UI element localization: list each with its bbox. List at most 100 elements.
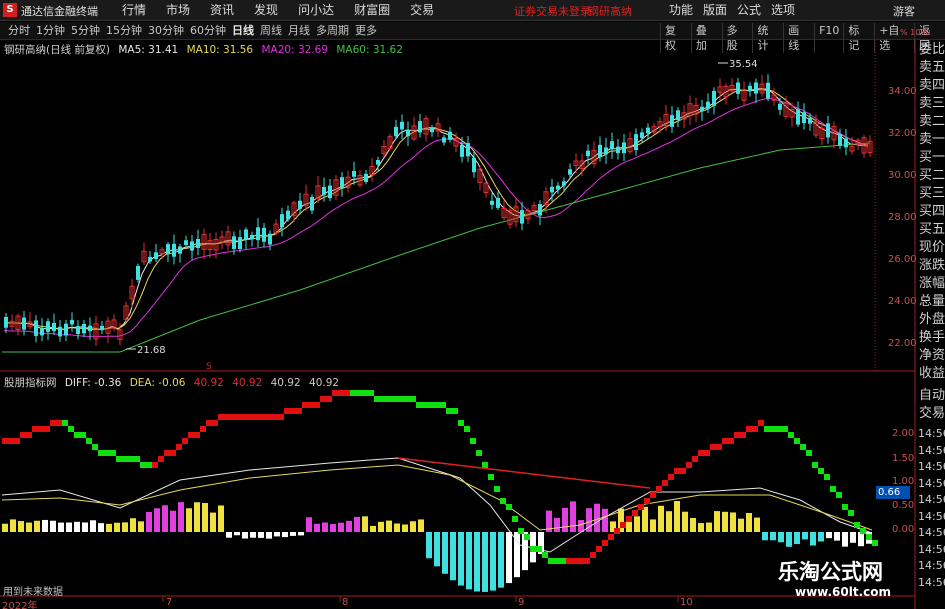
guest-login-button[interactable]: 游客 (893, 3, 915, 19)
tool-f10-button[interactable]: F10 (814, 23, 843, 53)
chart-canvas[interactable]: 35.54 21.68 S (0, 0, 945, 609)
histogram-bar (394, 523, 400, 532)
candle-body (849, 146, 855, 152)
value-4: 40.92 (309, 377, 340, 389)
menu-item-news[interactable]: 资讯 (200, 2, 244, 19)
candle-body (651, 126, 657, 133)
step-dot (26, 432, 32, 438)
tool-draw-button[interactable]: 画线 (783, 23, 814, 53)
tab-multi-period[interactable]: 多周期 (313, 23, 352, 38)
quote-label[interactable]: 换手 (917, 329, 945, 347)
step-dot (14, 438, 20, 444)
quote-label[interactable]: 买二 (917, 167, 945, 185)
tab-more[interactable]: 更多 (352, 23, 380, 38)
ma20-line (3, 98, 869, 338)
tab-daily[interactable]: 日线 (229, 23, 257, 38)
quote-label[interactable]: 卖五 (917, 59, 945, 77)
step-dot (230, 414, 236, 420)
quote-label[interactable]: 买四 (917, 203, 945, 221)
menu-item-ask[interactable]: 问小达 (288, 2, 344, 19)
ma10-line (3, 89, 869, 330)
histogram-bar (746, 512, 752, 532)
menu-item-options[interactable]: 选项 (766, 2, 800, 19)
candle-body (627, 138, 633, 153)
menu-item-discover[interactable]: 发现 (244, 2, 288, 19)
quote-label[interactable]: 买五 (917, 221, 945, 239)
histogram-bar (2, 523, 8, 532)
auto-trade-label[interactable]: 自动 (917, 387, 945, 405)
step-dot (98, 450, 104, 456)
step-dot (158, 456, 164, 462)
quote-label[interactable]: 涨幅 (917, 275, 945, 293)
menu-item-layout[interactable]: 版面 (698, 2, 732, 19)
quote-label[interactable]: 现价 (917, 239, 945, 257)
quote-label[interactable]: 总量 (917, 293, 945, 311)
tab-5min[interactable]: 5分钟 (68, 23, 103, 38)
candle-body (369, 165, 375, 176)
step-dot (518, 528, 524, 534)
tool-stats-button[interactable]: 统计 (752, 23, 783, 53)
tab-intraday[interactable]: 分时 (5, 23, 33, 38)
quote-label[interactable]: 买三 (917, 185, 945, 203)
candle-body (82, 323, 86, 334)
candle-body (741, 89, 747, 101)
candle-body (9, 320, 15, 327)
quote-label[interactable]: 卖三 (917, 95, 945, 113)
quote-label[interactable]: 卖一 (917, 131, 945, 149)
quote-label[interactable]: 外盘 (917, 311, 945, 329)
histogram-bar (594, 503, 600, 532)
tab-30min[interactable]: 30分钟 (145, 23, 187, 38)
tool-adjust-button[interactable]: 复权 (660, 23, 691, 53)
quote-label[interactable]: 卖二 (917, 113, 945, 131)
tab-weekly[interactable]: 周线 (257, 23, 285, 38)
login-warning[interactable]: 证券交易未登录 (514, 3, 591, 19)
quote-label[interactable]: 委比 (917, 41, 945, 59)
tab-60min[interactable]: 60分钟 (187, 23, 229, 38)
tab-1min[interactable]: 1分钟 (33, 23, 68, 38)
histogram-bar (722, 511, 728, 532)
histogram-bar (570, 501, 576, 532)
quote-label[interactable]: 卖四 (917, 77, 945, 95)
candle-body (813, 121, 819, 136)
menu-item-formula[interactable]: 公式 (732, 2, 766, 19)
step-dot (368, 390, 374, 396)
tool-overlay-button[interactable]: 叠加 (690, 23, 722, 53)
ma5-line (3, 87, 869, 331)
step-dot (812, 462, 818, 468)
future-data-note: 用到未来数据 (3, 587, 63, 598)
histogram-bar (514, 532, 520, 578)
tick-time: 14:56 (918, 509, 945, 523)
quote-label[interactable]: 收益 (917, 365, 945, 383)
histogram-bar (42, 519, 48, 532)
histogram-bar (130, 518, 136, 532)
histogram-bar (234, 532, 240, 536)
tool-multi-stock-button[interactable]: 多股 (721, 23, 753, 53)
candle-body (754, 82, 758, 94)
menu-item-wealth[interactable]: 财富圈 (344, 2, 400, 19)
quote-label[interactable]: 涨跌 (917, 257, 945, 275)
auto-trade-label[interactable]: 交易 (917, 405, 945, 423)
y-tick: 34.00 (888, 86, 917, 97)
menu-item-trade[interactable]: 交易 (400, 2, 444, 19)
tab-15min[interactable]: 15分钟 (103, 23, 145, 38)
menu-item-function[interactable]: 功能 (664, 2, 698, 19)
quote-label[interactable]: 买一 (917, 149, 945, 167)
histogram-bar (714, 511, 720, 532)
ma-lines (2, 87, 871, 353)
step-dot (734, 432, 740, 438)
menu-item-quotes[interactable]: 行情 (112, 2, 156, 19)
candle-body (159, 249, 165, 255)
histogram-bar (426, 532, 432, 559)
histogram-bar (794, 532, 800, 545)
tool-mark-button[interactable]: 标记 (843, 23, 874, 53)
step-dot (32, 426, 38, 432)
menu-item-market[interactable]: 市场 (156, 2, 200, 19)
high-mark: 35.54 (729, 59, 758, 70)
quote-label[interactable]: 净资 (917, 347, 945, 365)
tab-monthly[interactable]: 月线 (285, 23, 313, 38)
step-dot (212, 420, 218, 426)
step-dot (806, 450, 812, 456)
step-dot (842, 504, 848, 510)
histogram-bar (178, 502, 184, 532)
period-tabs: 分时 1分钟 5分钟 15分钟 30分钟 60分钟 日线 周线 月线 多周期 更… (5, 23, 380, 38)
